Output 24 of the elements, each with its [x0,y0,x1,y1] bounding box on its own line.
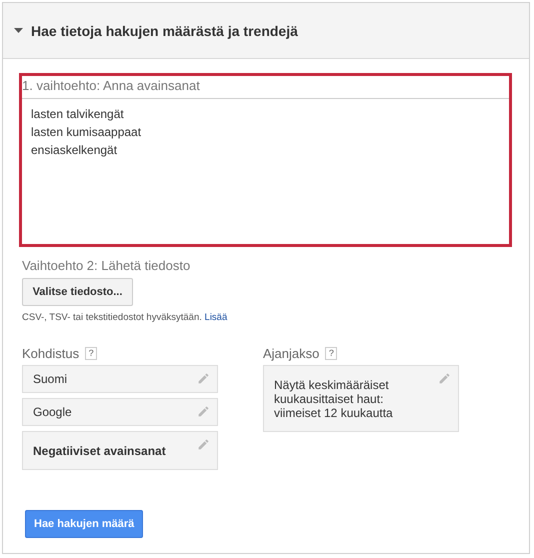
card-text: Näytä keskimääräiset kuukausittaiset haut: viimeiset 12 kuukautta [274,378,393,420]
pencil-icon[interactable] [197,438,210,451]
targeting-card[interactable]: Suomi [22,365,218,393]
help-button[interactable]: ? [85,346,98,360]
file-note: CSV-, TSV- tai tekstitiedostot hyväksytään. [22,312,202,323]
pencil-icon[interactable] [197,372,210,385]
choose-file-button[interactable]: Valitse tiedosto... [22,278,133,306]
targeting-label: Kohdistus [22,346,80,360]
period-card[interactable]: Näytä keskimääräiset kuukausittaiset haut: viimeiset 12 kuukautta [263,365,459,432]
period-label: Ajanjakso [263,346,320,360]
card-text: Suomi [33,372,68,386]
more-link[interactable]: Lisää [204,312,228,323]
option-label: 1. vaihtoehto: Anna avainsanat [22,76,509,99]
card-text: Google [33,405,72,419]
option-label: Vaihtoehto 2: Lähetä tiedosto [21,258,192,273]
caret-icon [14,28,23,34]
section-header[interactable]: Hae tietoja hakujen määrästä ja trendejä [3,3,529,59]
pencil-icon[interactable] [197,405,210,418]
help-button[interactable]: ? [325,346,338,360]
targeting-card[interactable]: Negatiiviset avainsanat [22,431,218,470]
pencil-icon[interactable] [438,372,451,385]
card-text: Negatiiviset avainsanat [33,444,166,458]
targeting-card[interactable]: Google [22,398,218,426]
keywords-field[interactable]: lasten talvikengät lasten kumisaappaat ensiaskelkengät [22,99,509,165]
